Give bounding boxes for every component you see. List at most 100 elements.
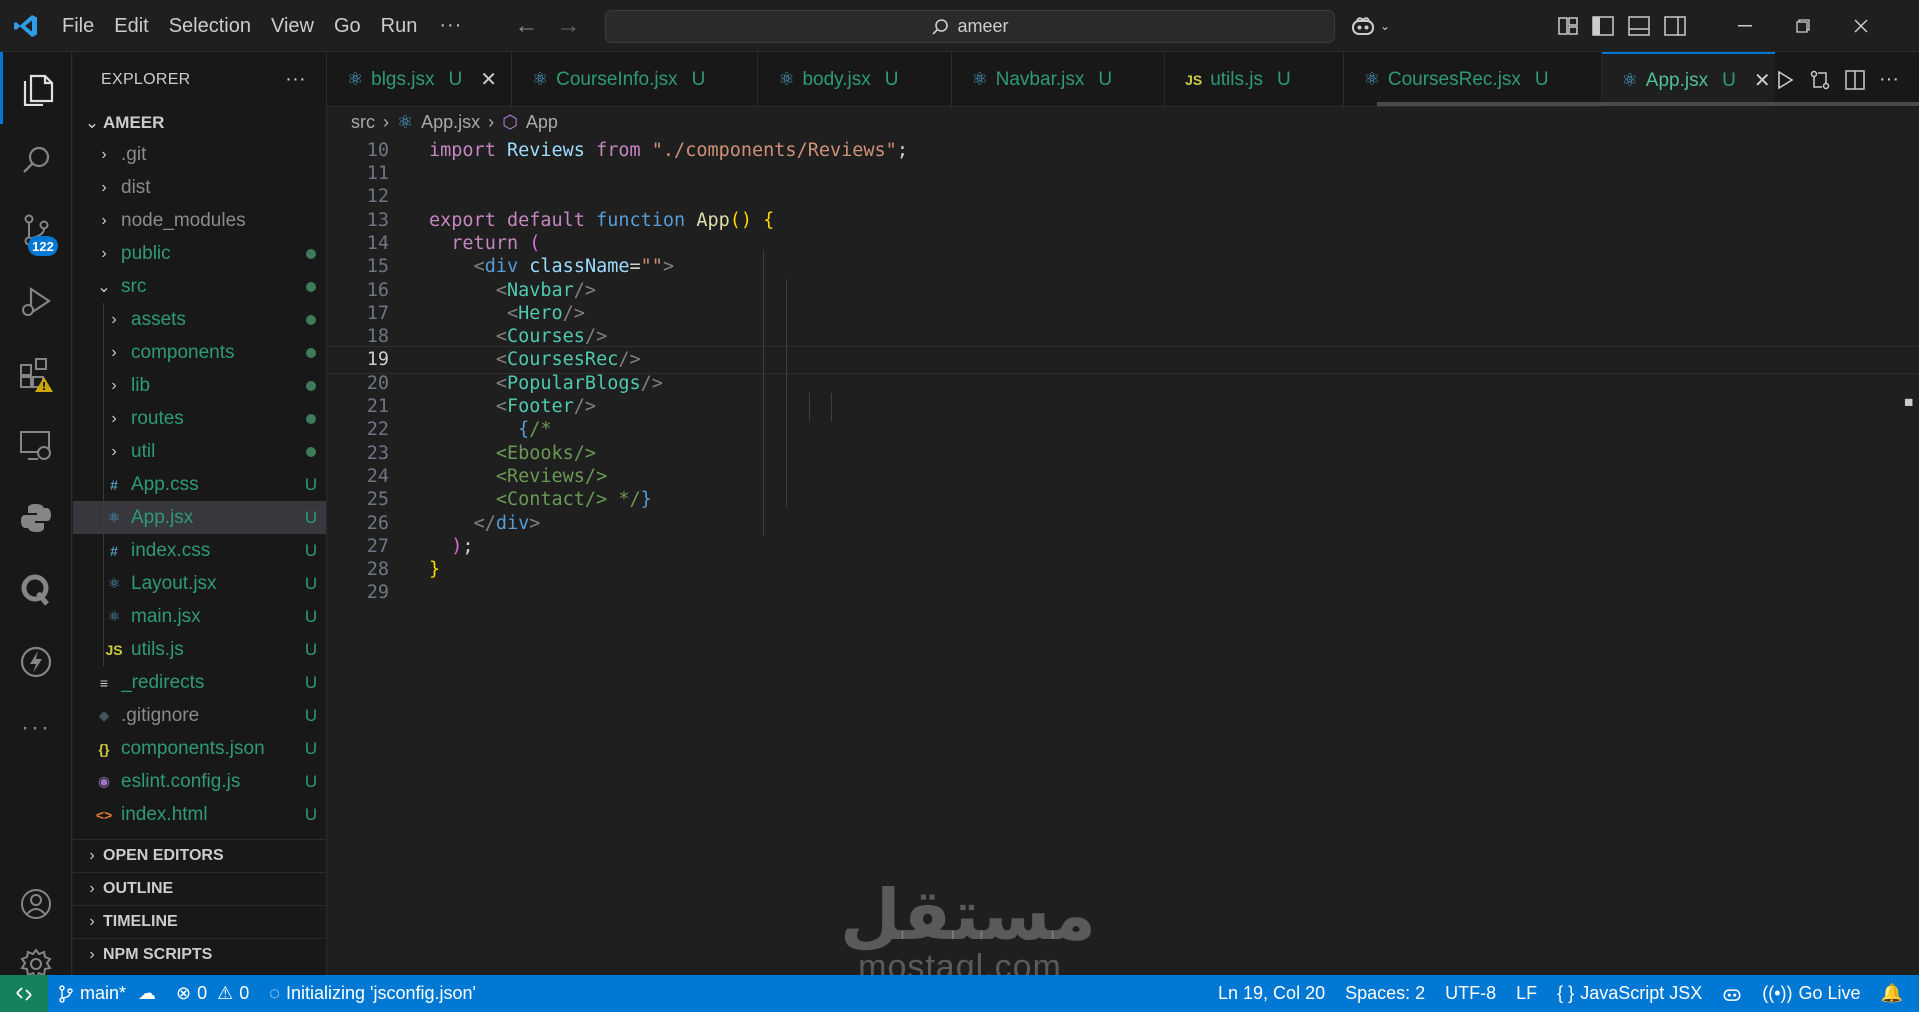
chevron-right-icon: › [101,145,107,163]
remote-indicator-icon[interactable] [0,975,48,1012]
restore-icon[interactable] [1774,0,1832,52]
code-text: <Courses/> [429,326,607,347]
section-outline[interactable]: › OUTLINE [73,872,326,905]
menu-view[interactable]: View [261,6,324,46]
tree-file-redirects[interactable]: ≡ _redirects U [73,666,326,699]
tab-coursesrec-jsx[interactable]: ⚛ CoursesRec.jsx U [1344,52,1602,107]
run-debug-icon[interactable] [0,266,72,338]
react-file-icon: ⚛ [107,509,121,525]
toggle-secondary-sidebar-icon[interactable] [1664,16,1686,36]
menu-go[interactable]: Go [324,6,371,46]
breadcrumb-file[interactable]: App.jsx [421,112,480,133]
source-control-icon[interactable]: 122 [0,194,72,266]
minimize-icon[interactable] [1716,0,1774,52]
tree-folder-git[interactable]: › .git [73,138,326,171]
language-mode[interactable]: { } JavaScript JSX [1547,975,1712,1012]
tree-file-utils-js[interactable]: JS utils.js U [73,633,326,666]
tab-label: CoursesRec.jsx [1387,68,1521,90]
code-token: CoursesRec [506,349,619,371]
remote-explorer-icon[interactable] [0,410,72,482]
copilot-status-icon[interactable] [1712,975,1752,1012]
section-open-editors[interactable]: › OPEN EDITORS [73,839,326,872]
tree-folder-public[interactable]: › public [73,237,326,270]
python-icon[interactable] [0,482,72,554]
line-number: 14 [366,232,389,254]
react-icon: ⚛ [1363,69,1380,89]
menu-file[interactable]: File [52,6,104,46]
quokka-icon[interactable] [0,554,72,626]
tree-folder-lib[interactable]: › lib [73,369,326,402]
tree-file-eslint-config-js[interactable]: ◉ eslint.config.js U [73,765,326,798]
breadcrumb-folder[interactable]: src [351,112,375,133]
code-editor[interactable]: 10 import Reviews from "./components/Revi… [327,137,1919,975]
code-line[interactable]: 29 [327,579,1919,608]
notifications-bell-icon[interactable]: 🔔 [1871,975,1919,1012]
run-icon[interactable] [1775,70,1795,90]
menu-run[interactable]: Run [371,6,428,46]
split-editor-icon[interactable] [1845,69,1865,90]
branch-indicator[interactable]: main* ☁ [48,975,166,1012]
section-timeline[interactable]: › TIMELINE [73,905,326,938]
close-icon[interactable]: ✕ [480,67,497,92]
tree-file-app-jsx[interactable]: ⚛ App.jsx U [73,501,326,534]
end-of-line[interactable]: LF [1506,975,1547,1012]
close-icon[interactable]: ✕ [1754,68,1771,93]
go-live-button[interactable]: ((•)) Go Live [1752,975,1870,1012]
tabs-scrollbar[interactable] [1377,102,1919,106]
broadcast-icon: ((•)) [1762,983,1793,1003]
explorer-icon[interactable] [0,52,72,124]
tab-app-jsx[interactable]: ⚛ App.jsx U ✕ [1601,52,1786,107]
watermark-arabic: مستقل [840,876,1097,954]
thunder-client-icon[interactable] [0,626,72,698]
tab-navbar-jsx[interactable]: ⚛ Navbar.jsx U [952,52,1166,107]
indentation[interactable]: Spaces: 2 [1335,975,1435,1012]
search-text: ameer [957,16,1009,36]
explorer-more-button[interactable]: ··· [285,68,306,91]
encoding[interactable]: UTF-8 [1435,975,1506,1012]
toggle-panel-icon[interactable] [1628,16,1650,36]
tree-folder-dist[interactable]: › dist [73,171,326,204]
more-views-icon[interactable]: ··· [0,692,72,764]
tree-folder-src[interactable]: ⌄ src [73,270,326,303]
search-icon[interactable] [0,124,72,196]
back-arrow-icon[interactable]: ← [514,12,538,40]
command-center-search[interactable]: ameer [605,10,1335,43]
editor-more-icon[interactable]: ··· [1879,68,1899,91]
tree-file-app-css[interactable]: # App.css U [73,468,326,501]
task-progress[interactable]: ◌ Initializing 'jsconfig.json' [259,975,486,1012]
tab-body-jsx[interactable]: ⚛ body.jsx U [758,52,952,107]
menu-edit[interactable]: Edit [104,6,158,46]
breadcrumb-symbol[interactable]: App [526,112,558,133]
git-status-dot [296,376,326,396]
cloud-sync-icon[interactable]: ☁ [138,983,156,1004]
forward-arrow-icon[interactable]: → [556,12,580,40]
customize-layout-icon[interactable] [1558,17,1578,35]
tree-file-index-html[interactable]: <> index.html U [73,798,326,831]
tab-label: body.jsx [802,68,871,90]
problems-indicator[interactable]: ⊗ 0 ⚠ 0 [166,975,259,1012]
close-window-icon[interactable] [1832,0,1890,52]
tab-courseinfo-jsx[interactable]: ⚛ CourseInfo.jsx U [512,52,759,107]
tree-folder-util[interactable]: › util [73,435,326,468]
tab-utils-js[interactable]: JS utils.js U [1165,52,1344,107]
tree-file-main-jsx[interactable]: ⚛ main.jsx U [73,600,326,633]
menu-selection[interactable]: Selection [159,6,261,46]
cursor-position[interactable]: Ln 19, Col 20 [1208,975,1335,1012]
workspace-root[interactable]: ⌄ AMEER [73,107,326,138]
compare-changes-icon[interactable] [1809,69,1831,91]
tree-folder-components[interactable]: › components [73,336,326,369]
tree-file-index-css[interactable]: # index.css U [73,534,326,567]
tree-file-components-json[interactable]: {} components.json U [73,732,326,765]
tree-folder-routes[interactable]: › routes [73,402,326,435]
extensions-icon[interactable]: ! [0,338,72,410]
toggle-primary-sidebar-icon[interactable] [1592,16,1614,36]
tab-blgs-jsx[interactable]: ⚛ blgs.jsx U ✕ [327,52,512,107]
section-npm-scripts[interactable]: › NPM SCRIPTS [73,938,326,971]
tree-file-layout-jsx[interactable]: ⚛ Layout.jsx U [73,567,326,600]
more-menu-button[interactable]: ··· [427,14,474,37]
tree-file-gitignore[interactable]: ◆ .gitignore U [73,699,326,732]
tree-folder-assets[interactable]: › assets [73,303,326,336]
tree-folder-node-modules[interactable]: › node_modules [73,204,326,237]
copilot-menu[interactable]: ⌄ [1350,0,1390,52]
